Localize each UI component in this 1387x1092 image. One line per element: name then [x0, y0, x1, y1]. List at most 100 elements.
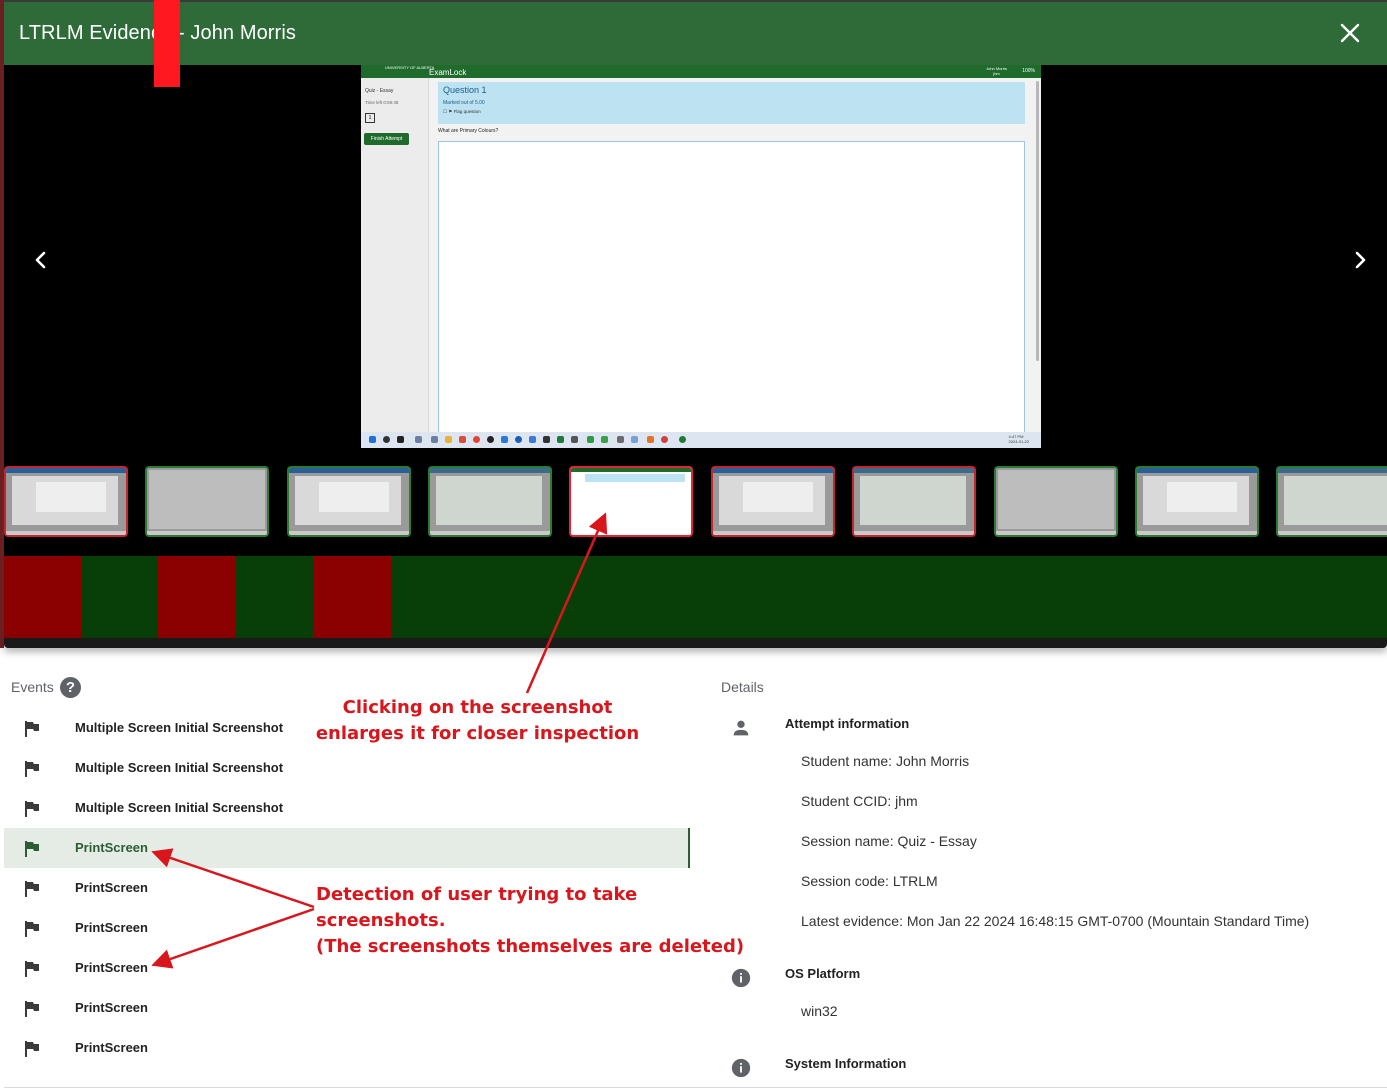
enlarged-screenshot[interactable]: UNIVERSITY OF ALBERTA ExamLock John Morr…: [361, 65, 1041, 448]
app-icon: [431, 436, 438, 443]
event-label: PrintScreen: [75, 840, 148, 855]
start-icon: [369, 436, 376, 443]
flag-icon: [25, 761, 39, 777]
battery-indicator: 100%: [1022, 68, 1035, 74]
browser-icon: [473, 436, 480, 443]
timeline-segment[interactable]: [184, 556, 236, 638]
screenshot-viewer: UNIVERSITY OF ALBERTA ExamLock John Morr…: [4, 65, 1387, 457]
thumbnail-strip: [4, 457, 1387, 556]
app-icon: [515, 436, 522, 443]
app-icon: [501, 436, 508, 443]
app-icon: [529, 436, 536, 443]
thumbnail[interactable]: [287, 466, 411, 537]
event-label: Multiple Screen Initial Screenshot: [75, 800, 284, 815]
session-code: Session code: LTRLM: [801, 873, 938, 889]
student-ccid: Student CCID: jhm: [801, 793, 918, 809]
exam-user: John Morris jhm: [986, 66, 1007, 76]
student-name: Student name: John Morris: [801, 753, 970, 769]
thumbnail[interactable]: [994, 466, 1118, 537]
exam-topbar: UNIVERSITY OF ALBERTA ExamLock John Morr…: [361, 65, 1041, 78]
time-left: Time left 0:59:48: [365, 100, 399, 105]
annotation-screenshot: Clicking on the screenshot enlarges it f…: [315, 697, 640, 744]
close-icon[interactable]: [1337, 20, 1363, 46]
app-icon: [587, 436, 594, 443]
thumbnail[interactable]: [569, 466, 693, 537]
info-icon: [731, 968, 751, 988]
app-icon: [557, 436, 564, 443]
timeline-segment[interactable]: [391, 556, 1387, 638]
help-icon[interactable]: ?: [60, 677, 81, 698]
search-icon: [383, 436, 390, 443]
event-label: Multiple Screen Initial Screenshot: [75, 720, 284, 735]
dialog-bottom-edge: [4, 638, 1387, 648]
app-icon: [415, 436, 422, 443]
windows-taskbar: 4:47 PM 2024-01-22: [361, 432, 1041, 448]
app-icon: [543, 436, 550, 443]
flag-icon: [25, 801, 39, 817]
flag-icon: [25, 961, 39, 977]
chevron-right-icon[interactable]: [1345, 245, 1375, 275]
thumbnail[interactable]: [852, 466, 976, 537]
attempt-info-title: Attempt information: [785, 716, 910, 731]
event-label: Multiple Screen Initial Screenshot: [75, 760, 284, 775]
event-label: PrintScreen: [75, 1000, 148, 1015]
question-header: Question 1 Marked out of 5.00 ☐ ⚑ Flag q…: [438, 82, 1025, 124]
thumbnail[interactable]: [4, 466, 128, 537]
thumbnail[interactable]: [711, 466, 835, 537]
scrollbar: [1036, 81, 1039, 361]
timeline-segment[interactable]: [81, 556, 158, 638]
thumbnail[interactable]: [1135, 466, 1259, 537]
folder-icon: [445, 436, 452, 443]
event-row[interactable]: Multiple Screen Initial Screenshot: [4, 748, 690, 788]
event-row[interactable]: PrintScreen: [4, 1028, 690, 1068]
event-row[interactable]: PrintScreen: [4, 828, 690, 868]
flag-icon: [25, 881, 39, 897]
taskbar-clock: 4:47 PM 2024-01-22: [1008, 434, 1029, 444]
event-row[interactable]: PrintScreen: [4, 988, 690, 1028]
app-icon: [601, 436, 608, 443]
flag-icon: [25, 1041, 39, 1057]
app-icon: [459, 436, 466, 443]
exam-brand: ExamLock: [429, 68, 467, 77]
timeline-segment[interactable]: [158, 556, 184, 638]
question-marks: Marked out of 5.00: [443, 100, 485, 106]
events-label: Events: [11, 679, 54, 695]
divider: [4, 1087, 1387, 1088]
timeline-position-marker[interactable]: [154, 0, 180, 87]
timeline-segment[interactable]: [313, 556, 391, 638]
event-row[interactable]: Multiple Screen Initial Screenshot: [4, 788, 690, 828]
thumbnail[interactable]: [1276, 466, 1387, 537]
event-label: PrintScreen: [75, 960, 148, 975]
system-info-title: System Information: [785, 1056, 907, 1071]
person-icon: [733, 720, 749, 736]
app-icon: [661, 436, 668, 443]
exam-sidebar: Quiz - Essay Time left 0:59:48 1 Finish …: [361, 78, 429, 435]
latest-evidence: Latest evidence: Mon Jan 22 2024 16:48:1…: [801, 913, 1310, 929]
question-nav-box: 1: [365, 113, 375, 123]
os-platform-title: OS Platform: [785, 966, 861, 981]
chevron-left-icon[interactable]: [26, 245, 56, 275]
app-icon: [631, 436, 638, 443]
flag-icon: [25, 841, 39, 857]
event-label: PrintScreen: [75, 880, 148, 895]
os-platform-value: win32: [801, 1003, 838, 1019]
app-icon: [647, 436, 654, 443]
thumbnail[interactable]: [145, 466, 269, 537]
quiz-title: Quiz - Essay: [365, 88, 394, 94]
evidence-page: LTRLM Evidence - John Morris UNIVERSITY …: [0, 0, 1387, 1092]
question-title: Question 1: [443, 85, 487, 95]
answer-textarea: [438, 141, 1025, 433]
flag-question: ☐ ⚑ Flag question: [443, 109, 481, 114]
flag-icon: [25, 921, 39, 937]
timeline-segment[interactable]: [236, 556, 313, 638]
timeline-segment[interactable]: [4, 556, 81, 638]
session-name: Session name: Quiz - Essay: [801, 833, 977, 849]
info-icon: [731, 1058, 751, 1078]
thumbnail[interactable]: [428, 466, 552, 537]
annotation-detection: Detection of user trying to take screens…: [316, 884, 745, 957]
details-label: Details: [721, 679, 764, 695]
evidence-timeline[interactable]: [4, 556, 1387, 638]
finish-attempt-button: Finish Attempt: [364, 133, 409, 145]
app-icon: [617, 436, 624, 443]
flag-icon: [25, 1001, 39, 1017]
